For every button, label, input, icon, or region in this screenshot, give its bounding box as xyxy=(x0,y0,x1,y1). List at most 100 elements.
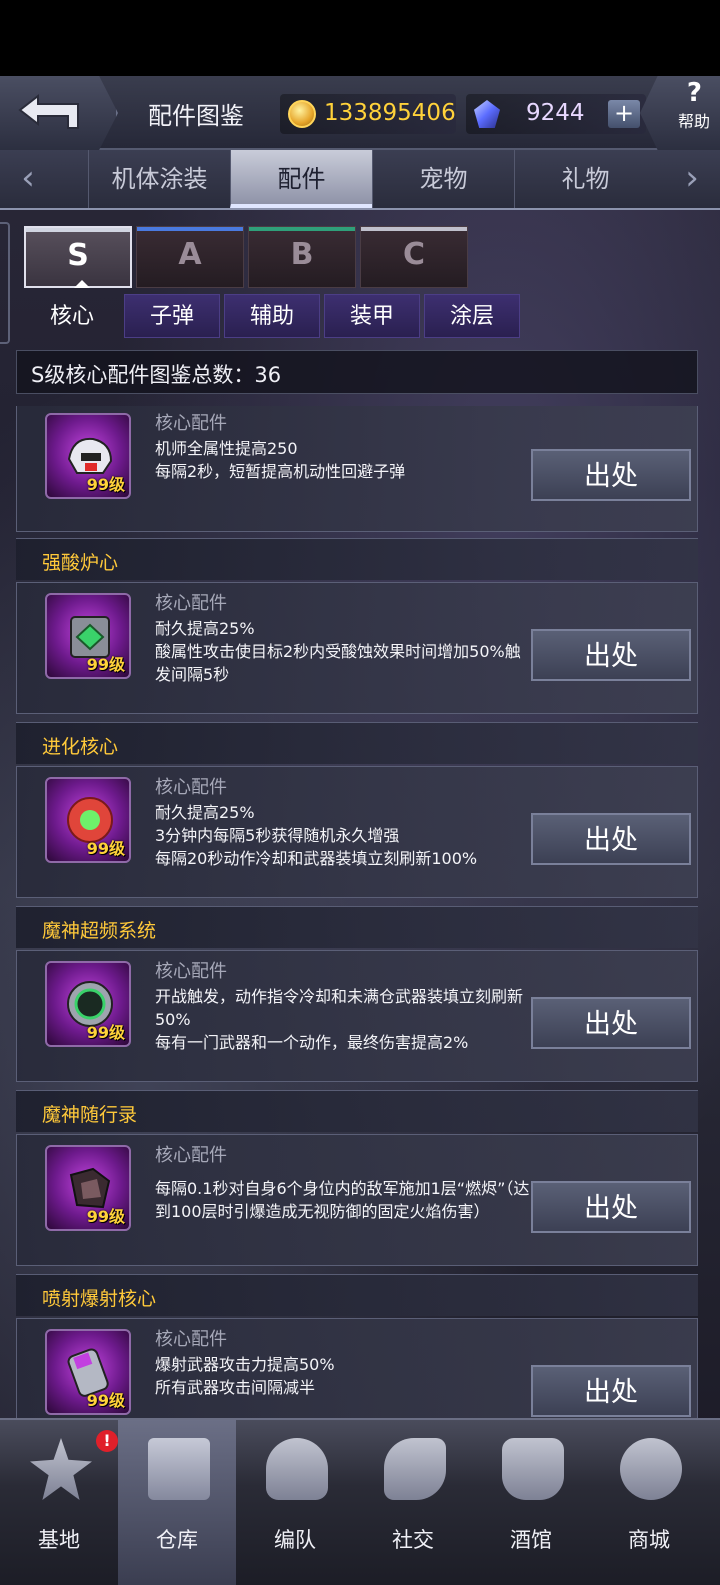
tab-paint[interactable]: 机体涂装 xyxy=(88,150,230,208)
item-description: 机师全属性提高250 每隔2秒，短暂提高机动性回避子弹 xyxy=(155,437,535,483)
collection-count: S级核心配件图鉴总数：36 xyxy=(31,363,282,387)
desc-line: 耐久提高25% xyxy=(155,619,255,638)
side-bracket xyxy=(0,222,10,344)
list-item: 魔神随行录 99级 核心配件 每隔0.1秒对自身6个身位内的敌军施加1层“燃烬”… xyxy=(16,1090,698,1268)
tab-pets[interactable]: 宠物 xyxy=(372,150,514,208)
header: 配件图鉴 133895406 9244 + ? 帮助 xyxy=(0,76,720,150)
source-button[interactable]: 出处 xyxy=(531,449,691,501)
item-name: 强酸炉心 xyxy=(42,552,119,574)
part-icon[interactable]: 99级 xyxy=(45,1145,131,1231)
tavern-icon xyxy=(502,1438,564,1500)
item-level: 99级 xyxy=(86,1391,125,1410)
handshake-icon xyxy=(384,1438,446,1500)
nav-label: 仓库 xyxy=(156,1528,198,1552)
gem-value: 9244 xyxy=(526,100,585,126)
item-type: 核心配件 xyxy=(155,1145,227,1166)
selected-pointer-icon xyxy=(74,280,90,288)
desc-line: 3分钟内每隔5秒获得随机永久增强 xyxy=(155,826,400,845)
grade-a-button[interactable]: A xyxy=(136,226,244,288)
list-item: 99级 核心配件 机师全属性提高250 每隔2秒，短暂提高机动性回避子弹 出处 xyxy=(16,406,698,532)
part-icon[interactable]: 99级 xyxy=(45,593,131,679)
item-type: 核心配件 xyxy=(155,1329,227,1350)
desc-line: 每隔2秒，短暂提高机动性回避子弹 xyxy=(155,462,406,481)
help-button[interactable]: ? 帮助 xyxy=(640,76,720,150)
item-description: 开战触发，动作指令冷却和未满仓武器装填立刻刷新50% 每有一门武器和一个动作，最… xyxy=(155,985,535,1054)
item-type: 核心配件 xyxy=(155,593,227,614)
help-label: 帮助 xyxy=(677,112,710,131)
item-level: 99级 xyxy=(86,475,125,494)
add-gems-button[interactable]: + xyxy=(608,100,640,128)
source-button[interactable]: 出处 xyxy=(531,813,691,865)
back-button[interactable] xyxy=(0,76,118,150)
nav-label: 基地 xyxy=(38,1528,80,1552)
grade-s-button[interactable]: S xyxy=(24,226,132,288)
subtype-core[interactable]: 核心 xyxy=(24,294,120,338)
category-tabs: ‹ 机体涂装 配件 宠物 礼物 › xyxy=(0,150,720,210)
question-icon: ? xyxy=(686,78,702,108)
gem-icon xyxy=(474,100,500,128)
part-icon[interactable]: 99级 xyxy=(45,413,131,499)
item-body: 99级 核心配件 爆射武器攻击力提高50% 所有武器攻击间隔减半 出处 xyxy=(16,1318,698,1418)
list-item: 强酸炉心 99级 核心配件 耐久提高25% 酸属性攻击使目标2秒内受酸蚀效果时间… xyxy=(16,538,698,716)
grade-label: S xyxy=(67,238,89,273)
base-icon xyxy=(30,1438,92,1500)
nav-label: 编队 xyxy=(274,1528,316,1552)
desc-line: 每有一门武器和一个动作，最终伤害提高2% xyxy=(155,1033,469,1052)
desc-line: 爆射武器攻击力提高50% xyxy=(155,1355,335,1374)
coin-icon xyxy=(288,100,316,128)
source-button[interactable]: 出处 xyxy=(531,1365,691,1417)
tabs-right-arrow-icon[interactable]: › xyxy=(664,150,720,208)
item-description: 耐久提高25% 3分钟内每隔5秒获得随机永久增强 每隔20秒动作冷却和武器装填立… xyxy=(155,801,535,893)
nav-formation[interactable]: 编队 xyxy=(236,1420,354,1585)
source-button[interactable]: 出处 xyxy=(531,1181,691,1233)
grade-c-button[interactable]: C xyxy=(360,226,468,288)
item-level: 99级 xyxy=(86,1023,125,1042)
nav-social[interactable]: 社交 xyxy=(354,1420,472,1585)
nav-tavern[interactable]: 酒馆 xyxy=(472,1420,590,1585)
item-body: 99级 核心配件 开战触发，动作指令冷却和未满仓武器装填立刻刷新50% 每有一门… xyxy=(16,950,698,1082)
source-button[interactable]: 出处 xyxy=(531,629,691,681)
tab-gifts[interactable]: 礼物 xyxy=(514,150,656,208)
item-level: 99级 xyxy=(86,655,125,674)
tab-parts[interactable]: 配件 xyxy=(230,150,372,208)
item-description: 每隔0.1秒对自身6个身位内的敌军施加1层“燃烬”（达到100层时引爆造成无视防… xyxy=(155,1177,535,1223)
item-name: 进化核心 xyxy=(42,736,119,758)
list-item: 喷射爆射核心 99级 核心配件 爆射武器攻击力提高50% 所有武器攻击间隔减半 … xyxy=(16,1274,698,1418)
grade-label: B xyxy=(290,237,314,272)
desc-line: 耐久提高25% xyxy=(155,803,255,822)
subtype-support[interactable]: 辅助 xyxy=(224,294,320,338)
subtype-coating[interactable]: 涂层 xyxy=(424,294,520,338)
desc-line: 酸属性攻击使目标2秒内受酸蚀效果时间增加50%触发间隔5秒 xyxy=(155,642,521,684)
nav-warehouse[interactable]: 仓库 xyxy=(118,1420,236,1585)
nav-label: 酒馆 xyxy=(510,1528,552,1552)
part-icon[interactable]: 99级 xyxy=(45,777,131,863)
nav-label: 社交 xyxy=(392,1528,434,1552)
item-name: 魔神随行录 xyxy=(42,1104,138,1126)
part-icon[interactable]: 99级 xyxy=(45,961,131,1047)
grade-b-button[interactable]: B xyxy=(248,226,356,288)
item-type: 核心配件 xyxy=(155,777,227,798)
source-button[interactable]: 出处 xyxy=(531,997,691,1049)
part-icon[interactable]: 99级 xyxy=(45,1329,131,1415)
item-title-bar: 强酸炉心 xyxy=(16,538,698,580)
grade-color-bar xyxy=(26,228,130,232)
grade-color-bar xyxy=(361,227,467,231)
subtype-armor[interactable]: 装甲 xyxy=(324,294,420,338)
item-body: 99级 核心配件 机师全属性提高250 每隔2秒，短暂提高机动性回避子弹 出处 xyxy=(16,406,698,532)
subtype-bullet[interactable]: 子弹 xyxy=(124,294,220,338)
page-title: 配件图鉴 xyxy=(148,102,244,130)
item-name: 魔神超频系统 xyxy=(42,920,157,942)
bottom-navigation: ! 基地 仓库 编队 社交 酒馆 商城 xyxy=(0,1418,720,1585)
item-title-bar: 魔神超频系统 xyxy=(16,906,698,948)
item-type: 核心配件 xyxy=(155,961,227,982)
warehouse-icon xyxy=(148,1438,210,1500)
nav-base[interactable]: ! 基地 xyxy=(0,1420,118,1585)
item-level: 99级 xyxy=(86,839,125,858)
gem-counter: 9244 + xyxy=(466,94,646,134)
item-body: 99级 核心配件 耐久提高25% 3分钟内每隔5秒获得随机永久增强 每隔20秒动… xyxy=(16,766,698,898)
grade-label: C xyxy=(402,237,426,272)
tabs-left-arrow-icon[interactable]: ‹ xyxy=(0,150,56,208)
back-arrow-icon xyxy=(18,93,79,129)
nav-shop[interactable]: 商城 xyxy=(590,1420,708,1585)
parts-list[interactable]: 99级 核心配件 机师全属性提高250 每隔2秒，短暂提高机动性回避子弹 出处 … xyxy=(0,406,720,1418)
